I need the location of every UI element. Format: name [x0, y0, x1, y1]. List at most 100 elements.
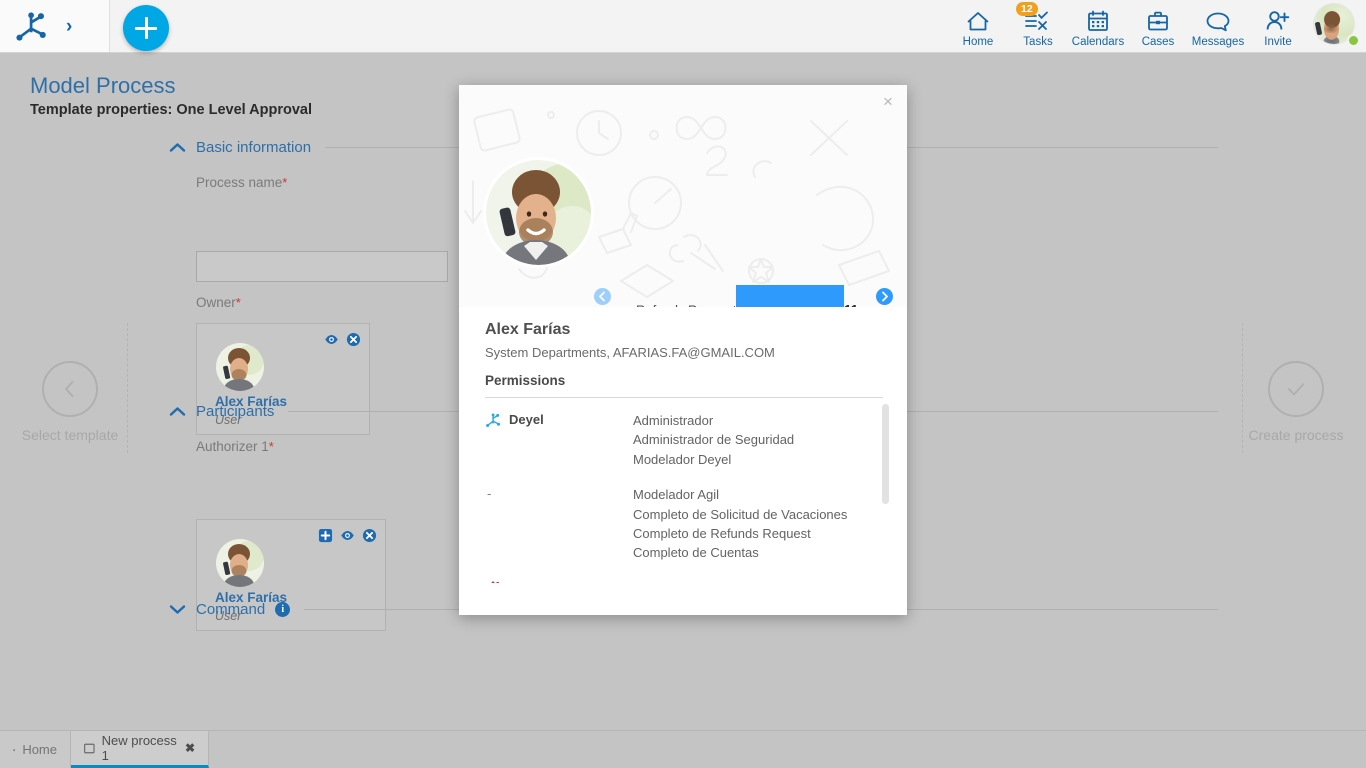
taskbar-tab-new-process[interactable]: New process 1 ✖: [71, 731, 209, 768]
modal-avatar-image: [486, 160, 591, 265]
permission-role: Administrador de Seguridad: [633, 430, 883, 449]
nav-label-messages: Messages: [1192, 36, 1244, 48]
add-plus-icon[interactable]: [318, 528, 333, 543]
banner-selected-block[interactable]: [736, 285, 844, 307]
window-icon: [84, 743, 95, 754]
required-mark-owner: *: [236, 295, 241, 310]
nav-item-calendars[interactable]: Calendars: [1068, 0, 1128, 48]
bottom-taskbar: Home New process 1 ✖: [0, 730, 1366, 768]
section-title-command: Command: [196, 601, 265, 618]
permission-app: -: [485, 485, 633, 563]
carousel-prev-button[interactable]: [594, 288, 611, 305]
home-icon: [965, 8, 991, 34]
permission-roles: Administrador Contratos: [633, 579, 883, 583]
cases-icon: [1146, 8, 1170, 34]
avatar-beard: [1322, 24, 1340, 36]
close-icon[interactable]: ×: [879, 93, 897, 111]
permission-role: Administrador: [633, 411, 883, 430]
label-text-authorizer: Authorizer 1: [196, 439, 269, 454]
check-icon: [1268, 361, 1324, 417]
nav-item-invite[interactable]: Invite: [1248, 0, 1308, 48]
nav-item-home[interactable]: Home: [948, 0, 1008, 48]
permission-app-name: -: [485, 486, 491, 501]
wizard-step-select-template[interactable]: Select template: [0, 361, 150, 443]
invite-icon: [1265, 8, 1291, 34]
nav-item-tasks[interactable]: 12 Tasks: [1008, 0, 1068, 48]
banner-item-label: Refunds Request: [636, 303, 736, 308]
remove-close-icon[interactable]: [362, 528, 377, 543]
required-mark: *: [282, 175, 287, 190]
user-avatar-menu[interactable]: [1314, 4, 1360, 48]
taskbar-tab-home[interactable]: Home: [0, 731, 71, 768]
label-text-owner: Owner: [196, 295, 236, 310]
home-small-icon: [13, 744, 15, 756]
close-icon[interactable]: ✖: [185, 741, 195, 755]
permission-app: Contratos: [485, 579, 633, 583]
wizard-step-create-process[interactable]: Create process: [1216, 361, 1366, 443]
chevron-up-icon[interactable]: [168, 138, 186, 156]
carousel-next-button[interactable]: [876, 288, 893, 305]
page-subtitle: Template properties: One Level Approval: [30, 102, 312, 118]
nav-label-home: Home: [963, 36, 994, 48]
preview-eye-icon[interactable]: [324, 332, 339, 347]
permission-roles: Administrador Administrador de Seguridad…: [633, 411, 883, 469]
sidebar-expand-chevron-icon[interactable]: ›: [66, 17, 72, 36]
owner-card-actions: [324, 332, 361, 347]
nav-item-messages[interactable]: Messages: [1188, 0, 1248, 48]
nav-item-cases[interactable]: Cases: [1128, 0, 1188, 48]
nav-label-invite: Invite: [1264, 36, 1292, 48]
section-title-participants: Participants: [196, 403, 274, 420]
modal-user-details: System Departments, AFARIAS.FA@GMAIL.COM: [485, 345, 775, 360]
info-icon[interactable]: i: [275, 602, 290, 617]
permission-group: - Modelador Agil Completo de Solicitud d…: [485, 469, 883, 563]
banner-item-count: 11: [844, 303, 858, 308]
taskbar-tab-label-new-process: New process 1: [102, 733, 178, 763]
remove-close-icon[interactable]: [346, 332, 361, 347]
permission-role: Completo de Refunds Request: [633, 524, 883, 543]
permission-role: Administrador Contratos: [633, 579, 883, 583]
calendars-icon: [1086, 8, 1110, 34]
nav-label-tasks: Tasks: [1023, 36, 1052, 48]
authorizer-avatar: [215, 538, 265, 588]
nav-label-calendars: Calendars: [1072, 36, 1124, 48]
permission-app: Deyel: [485, 411, 633, 469]
nav-label-cases: Cases: [1142, 36, 1175, 48]
permission-app-name: Contratos: [509, 580, 570, 583]
preview-eye-icon[interactable]: [340, 528, 355, 543]
label-text-process-name: Process name: [196, 175, 282, 190]
required-mark-authorizer: *: [269, 439, 274, 454]
permissions-list[interactable]: Deyel Administrador Administrador de Seg…: [485, 398, 883, 583]
authorizer-card-actions: [318, 528, 377, 543]
chevron-down-icon[interactable]: [168, 600, 186, 618]
deyel-brand-logo[interactable]: [14, 9, 50, 43]
brand-zone: ›: [0, 0, 110, 52]
add-new-button[interactable]: [123, 5, 169, 51]
modal-banner: Refunds Request 11: [459, 85, 907, 307]
modal-user-avatar: [486, 160, 591, 265]
messages-icon: [1205, 8, 1231, 34]
process-name-input[interactable]: [196, 251, 448, 282]
permission-role: Modelador Agil: [633, 485, 883, 504]
wizard-step-label-prev: Select template: [0, 427, 150, 443]
top-navigation-bar: › Home 12 Tasks: [0, 0, 1366, 53]
section-title-basic-information: Basic information: [196, 139, 311, 156]
permission-group: Deyel Administrador Administrador de Seg…: [485, 398, 883, 469]
permission-role: Completo de Solicitud de Vacaciones: [633, 505, 883, 524]
permission-app-name: Deyel: [509, 412, 544, 427]
top-nav-items: Home 12 Tasks: [948, 0, 1360, 52]
permission-role: Completo de Cuentas: [633, 543, 883, 562]
tasks-badge-count: 12: [1016, 2, 1038, 16]
chevron-up-icon-participants[interactable]: [168, 402, 186, 420]
deyel-logo-blue-icon: [485, 412, 502, 428]
permission-roles: Modelador Agil Completo de Solicitud de …: [633, 485, 883, 563]
permission-role: Modelador Deyel: [633, 450, 883, 469]
permissions-scrollbar-thumb[interactable]: [882, 404, 889, 504]
wizard-step-label-next: Create process: [1216, 427, 1366, 443]
modal-user-name: Alex Farías: [485, 321, 570, 339]
owner-avatar: [215, 342, 265, 392]
modal-body: Alex Farías System Departments, AFARIAS.…: [459, 307, 907, 615]
taskbar-tab-label-home: Home: [22, 742, 57, 757]
field-label-process-name: Process name*: [196, 175, 287, 190]
presence-status-indicator: [1347, 34, 1360, 47]
permissions-heading: Permissions: [485, 373, 565, 388]
